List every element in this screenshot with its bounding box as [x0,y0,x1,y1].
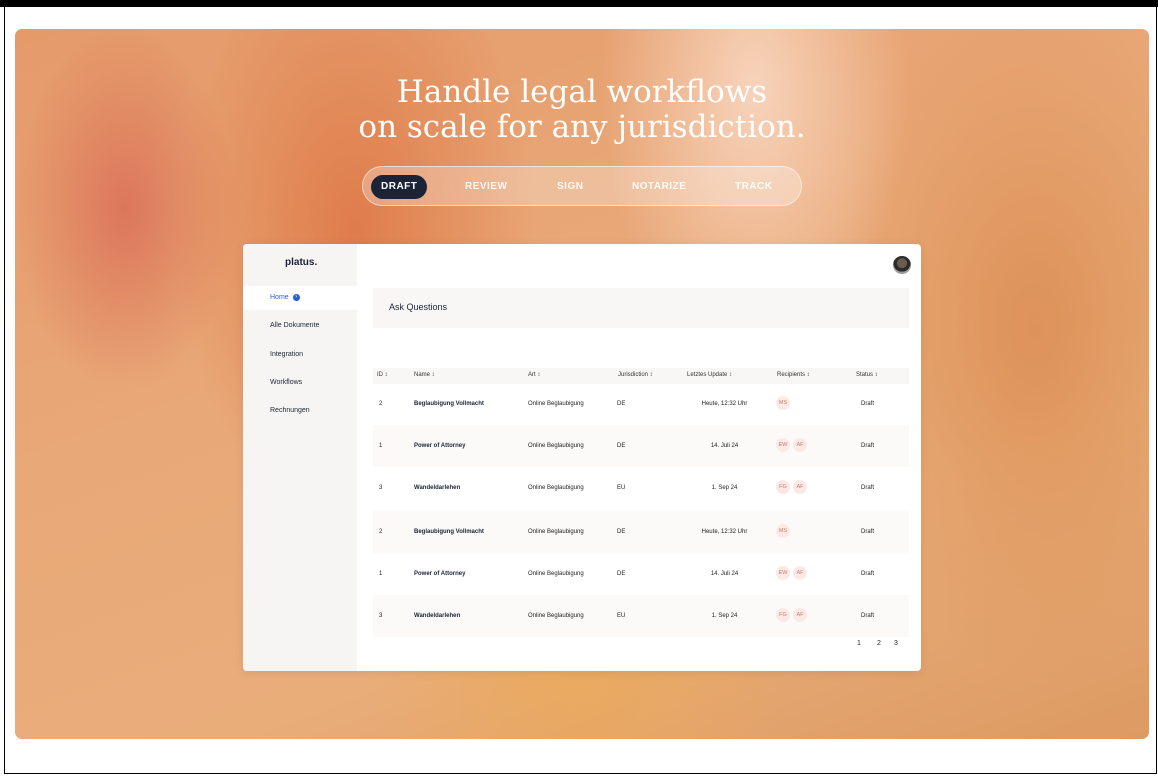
cell-recipients: FG AF [776,595,810,637]
cell-id: 2 [379,529,383,535]
cell-id: 2 [379,401,383,407]
cell-letztes-update: Heute, 12:32 Uhr [701,401,748,407]
cell-jurisdiction: DE [617,443,626,449]
cell-id: 3 [379,485,383,491]
ask-questions-box[interactable]: Ask Questions [373,288,909,328]
sidebar-item-label: Integration [270,351,304,358]
sidebar-item-integration[interactable]: Integration [243,343,357,367]
cell-recipients: EW AF [776,553,810,595]
status-badge: Draft [861,485,875,491]
recipient-badge: AF [793,480,807,495]
column-header-art[interactable]: Art ↕ [528,372,540,378]
table-row[interactable]: 3 Wandeldarlehen Online Beglaubigung EU 1. S… [373,595,909,637]
recipient-badge: MS [776,524,790,539]
sidebar-item-label: Home [270,294,289,301]
pagination-page-2[interactable]: 2 [877,640,881,647]
ask-questions-label: Ask Questions [389,302,448,312]
hero-section: Handle legal workflows on scale for any … [15,29,1149,739]
column-header-jurisdiction[interactable]: Jurisdiction ↕ [618,372,653,378]
sidebar-item-alle-dokumente[interactable]: Alle Dokumente [243,314,357,338]
table-row[interactable]: 2 Beglaubigung Vollmacht Online Beglaubigu… [373,383,909,425]
cell-recipients: EW AF [776,425,810,467]
cell-name: Power of Attorney [414,571,466,577]
cell-name: Wandeldarlehen [414,613,461,619]
headline-line-2: on scale for any jurisdiction. [358,109,806,145]
tab-track[interactable]: TRACK [735,175,773,199]
cell-art: Online Beglaubigung [528,529,584,535]
column-header-letztes-update[interactable]: Letztes Update ↕ [687,372,732,378]
headline-line-1: Handle legal workflows [396,74,768,110]
column-header-recipients[interactable]: Recipients ↕ [777,372,810,378]
cell-name: Power of Attorney [414,443,466,449]
workflow-tabs: DRAFT REVIEW SIGN NOTARIZE TRACK [362,166,802,206]
chevron-right-icon: › [292,293,300,301]
recipient-badge: FG [776,480,790,495]
cell-jurisdiction: DE [617,571,626,577]
app-window: platus. Home › Alle Dokumente Integration… [243,244,921,671]
sidebar: platus. Home › Alle Dokumente Integration… [243,244,357,671]
cell-art: Online Beglaubigung [528,485,584,491]
window-top-bar [0,0,1158,7]
column-header-status[interactable]: Status ↕ [856,372,878,378]
tab-sign[interactable]: SIGN [557,175,583,199]
cell-jurisdiction: EU [617,613,626,619]
status-badge: Draft [861,571,875,577]
cell-id: 1 [379,443,383,449]
sidebar-item-workflows[interactable]: Workflows [243,371,357,395]
pagination-page-1[interactable]: 1 [857,640,861,647]
sidebar-item-label: Workflows [270,379,303,386]
cell-id: 3 [379,613,383,619]
status-badge: Draft [861,401,875,407]
sidebar-item-rechnungen[interactable]: Rechnungen [243,399,357,423]
cell-name: Beglaubigung Vollmacht [414,529,484,535]
cell-art: Online Beglaubigung [528,613,584,619]
tab-notarize[interactable]: NOTARIZE [632,175,686,199]
cell-jurisdiction: DE [617,401,626,407]
recipient-badge: AF [793,438,807,453]
column-header-name[interactable]: Name ↕ [414,372,435,378]
app-logo: platus. [285,257,318,268]
cell-letztes-update: 14. Juli 24 [710,443,739,449]
cell-art: Online Beglaubigung [528,401,584,407]
hero-headline: Handle legal workflows on scale for any … [15,75,1149,145]
cell-letztes-update: 1. Sep 24 [711,613,738,619]
cell-id: 1 [379,571,383,577]
recipient-badge: EW [776,438,790,453]
cell-letztes-update: 14. Juli 24 [710,571,739,577]
user-avatar[interactable] [893,256,911,274]
cell-art: Online Beglaubigung [528,443,584,449]
tab-draft[interactable]: DRAFT [371,175,428,199]
status-badge: Draft [861,529,875,535]
table-row[interactable]: 3 Wandeldarlehen Online Beglaubigung EU 1. S… [373,467,909,509]
recipient-badge: MS [776,396,790,411]
tab-review[interactable]: REVIEW [465,175,507,199]
cell-letztes-update: Heute, 12:32 Uhr [701,529,748,535]
recipient-badge: EW [776,566,790,581]
column-header-id[interactable]: ID ↕ [377,372,388,378]
cell-name: Beglaubigung Vollmacht [414,401,484,407]
table-header: ID ↕ Name ↕ Art ↕ Jurisdiction ↕ Letztes… [373,368,909,384]
sidebar-item-home[interactable]: Home › [243,286,357,310]
sidebar-item-label: Alle Dokumente [270,322,320,329]
cell-letztes-update: 1. Sep 24 [711,485,738,491]
table-row[interactable]: 1 Power of Attorney Online Beglaubigung DE 1… [373,553,909,595]
recipient-badge: AF [793,566,807,581]
cell-recipients: MS [776,511,793,553]
cell-recipients: FG AF [776,467,810,509]
cell-jurisdiction: EU [617,485,626,491]
recipient-badge: AF [793,608,807,623]
recipient-badge: FG [776,608,790,623]
status-badge: Draft [861,443,875,449]
cell-art: Online Beglaubigung [528,571,584,577]
table-row[interactable]: 2 Beglaubigung Vollmacht Online Beglaubigu… [373,511,909,553]
table-row[interactable]: 1 Power of Attorney Online Beglaubigung DE 1… [373,425,909,467]
status-badge: Draft [861,613,875,619]
cell-recipients: MS [776,383,793,425]
sidebar-item-label: Rechnungen [270,407,310,414]
cell-jurisdiction: DE [617,529,626,535]
cell-name: Wandeldarlehen [414,485,461,491]
pagination-page-3[interactable]: 3 [894,640,898,647]
